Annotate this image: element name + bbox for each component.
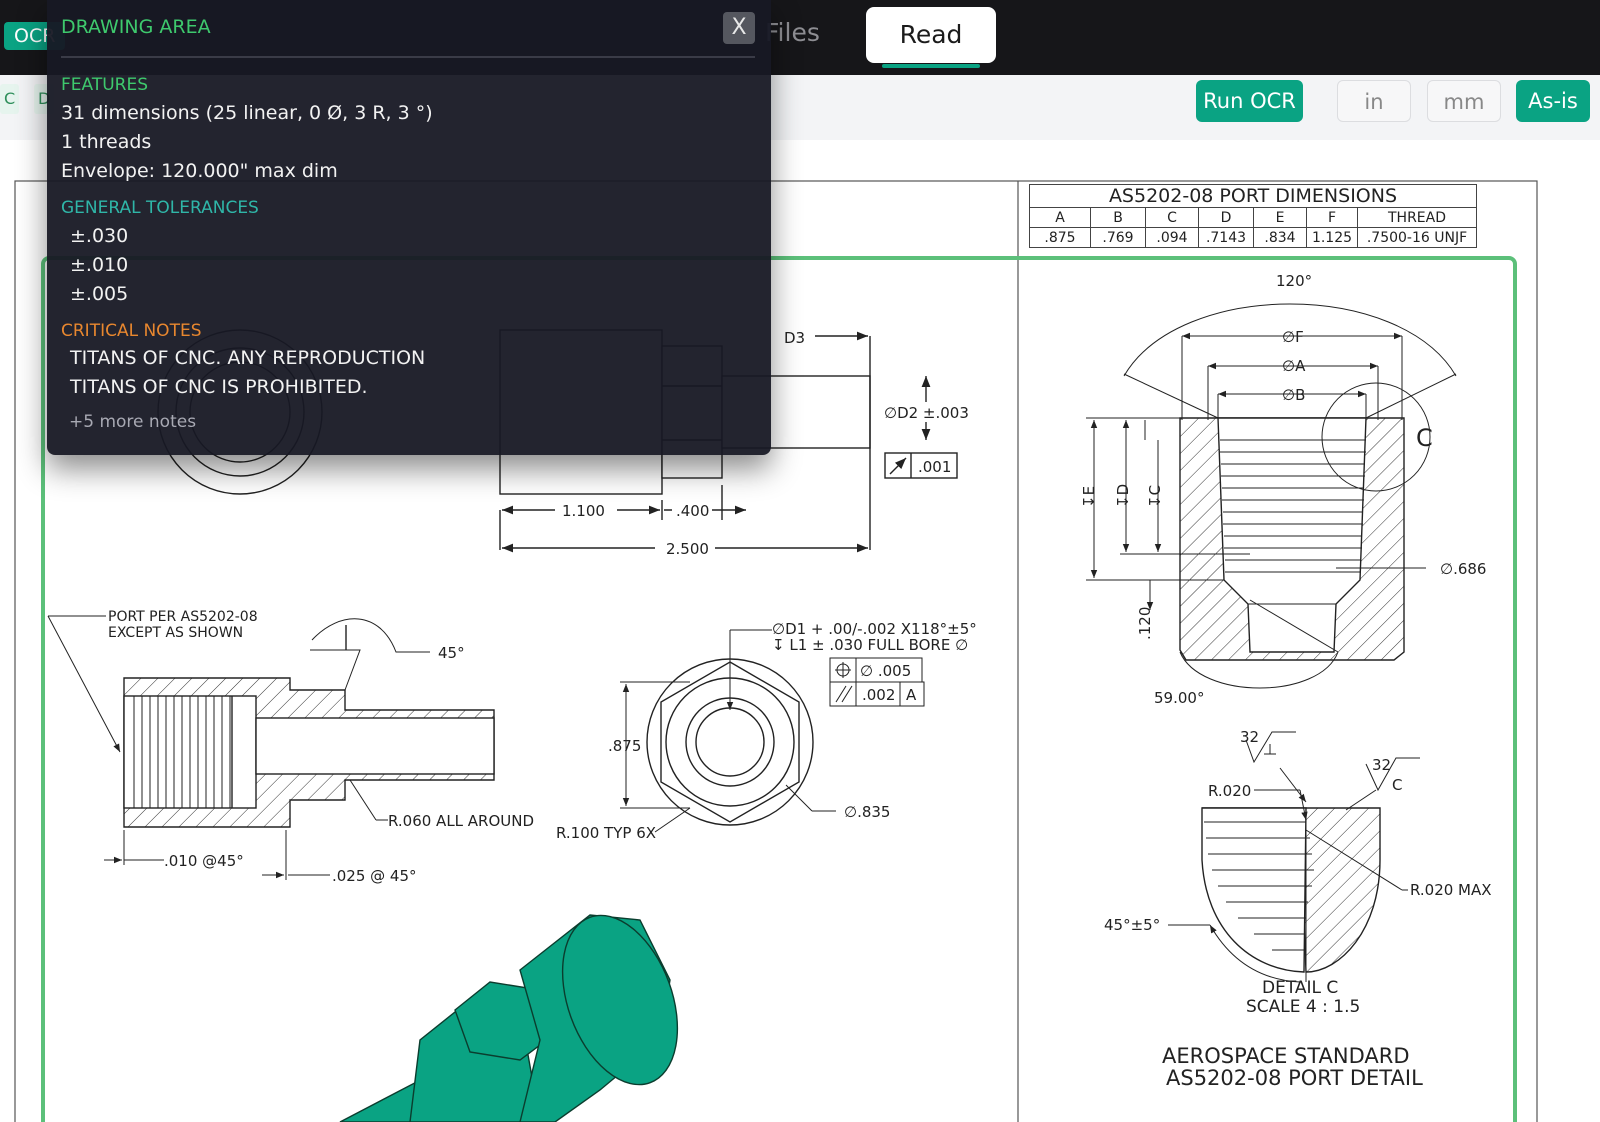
- chamfer-010: .010 @45°: [164, 852, 244, 870]
- dim-2500: 2.500: [666, 540, 709, 558]
- dim-1100: 1.100: [562, 502, 605, 520]
- end-view: [620, 629, 925, 833]
- table-cell: .7143: [1198, 227, 1254, 248]
- tolerance-item: ±.030: [70, 225, 129, 247]
- depth-c: ↧C: [1146, 485, 1164, 508]
- depth-d: ↧D: [1114, 484, 1132, 508]
- dia-835: ∅.835: [844, 803, 890, 821]
- detail-c-label: DETAIL C: [1262, 978, 1338, 998]
- dia-686: ∅.686: [1440, 560, 1486, 578]
- parallel-tolerance: .002: [862, 686, 895, 704]
- datum-a: A: [906, 686, 917, 704]
- features-heading: FEATURES: [61, 75, 149, 95]
- tab-read[interactable]: Read: [866, 7, 996, 63]
- active-tab-indicator: [882, 64, 980, 68]
- drawing-area-panel: DRAWING AREA X FEATURES 31 dimensions (2…: [47, 0, 771, 455]
- radius-r100: R.100 TYP 6X: [556, 824, 656, 842]
- table-header: B: [1090, 207, 1146, 228]
- tolerances-heading: GENERAL TOLERANCES: [61, 198, 259, 218]
- table-header: F: [1306, 207, 1358, 228]
- dim-d2: ∅D2 ±.003: [884, 404, 969, 422]
- bore-callout-2: ↧ L1 ± .030 FULL BORE ∅: [772, 636, 968, 654]
- surface-finish-2-symbol: C: [1392, 776, 1402, 794]
- chamfer-025: .025 @ 45°: [332, 867, 417, 885]
- radius-r020-max: R.020 MAX: [1410, 881, 1492, 899]
- table-cell: .094: [1145, 227, 1199, 248]
- dia-b: ∅B: [1282, 386, 1305, 404]
- radius-r020: R.020: [1208, 782, 1251, 800]
- surface-finish-1: 32: [1240, 728, 1259, 746]
- angle-59: 59.00°: [1154, 689, 1204, 707]
- angle-45: 45°: [438, 644, 465, 662]
- panel-title: DRAWING AREA: [61, 16, 211, 38]
- dia-f: ∅F: [1282, 328, 1304, 346]
- position-tolerance: ∅ .005: [860, 662, 911, 680]
- toolbar-chip-c[interactable]: C: [0, 84, 20, 114]
- note-item: TITANS OF CNC IS PROHIBITED.: [70, 376, 368, 398]
- angle-120: 120°: [1276, 272, 1312, 290]
- more-notes-link[interactable]: +5 more notes: [69, 412, 196, 432]
- feature-item: 31 dimensions (25 linear, 0 Ø, 3 R, 3 °): [61, 102, 433, 124]
- table-cell: 1.125: [1306, 227, 1358, 248]
- standard-title-1: AEROSPACE STANDARD: [1162, 1044, 1410, 1068]
- table-cell: .875: [1029, 227, 1091, 248]
- table-header: D: [1198, 207, 1254, 228]
- depth-e: ↧E: [1080, 486, 1098, 508]
- radius-r060: R.060 ALL AROUND: [388, 812, 534, 830]
- standard-title-2: AS5202-08 PORT DETAIL: [1166, 1066, 1423, 1090]
- table-cell: .769: [1090, 227, 1146, 248]
- port-dimensions-table: AS5202-08 PORT DIMENSIONS A B C D E F TH…: [1029, 184, 1477, 248]
- dim-120: .120: [1136, 607, 1154, 640]
- port-note-2: EXCEPT AS SHOWN: [108, 625, 243, 641]
- runout-value: .001: [918, 458, 951, 476]
- port-table-title: AS5202-08 PORT DIMENSIONS: [1029, 184, 1477, 208]
- port-note-1: PORT PER AS5202-08: [108, 609, 258, 625]
- table-cell: .7500-16 UNJF: [1357, 227, 1477, 248]
- table-cell: .834: [1253, 227, 1307, 248]
- tab-files[interactable]: Files: [765, 18, 820, 47]
- feature-item: 1 threads: [61, 131, 152, 153]
- tolerance-item: ±.005: [70, 283, 129, 305]
- panel-divider: [61, 56, 755, 58]
- detail-c-scale: SCALE 4 : 1.5: [1246, 997, 1360, 1017]
- note-item: TITANS OF CNC. ANY REPRODUCTION: [70, 347, 426, 369]
- close-button[interactable]: X: [723, 12, 755, 44]
- table-header: E: [1253, 207, 1307, 228]
- dia-a: ∅A: [1282, 357, 1306, 375]
- detail-c-callout: C: [1416, 424, 1433, 452]
- isometric-part-view: [339, 914, 679, 1122]
- dim-d3: D3: [784, 329, 805, 347]
- notes-heading: CRITICAL NOTES: [61, 321, 202, 341]
- table-header: A: [1029, 207, 1091, 228]
- unit-asis-button[interactable]: As-is: [1516, 80, 1590, 122]
- table-header: THREAD: [1357, 207, 1477, 228]
- unit-in-button[interactable]: in: [1337, 80, 1411, 122]
- table-header: C: [1145, 207, 1199, 228]
- feature-item: Envelope: 120.000" max dim: [61, 160, 338, 182]
- dim-875: .875: [608, 737, 641, 755]
- surface-finish-2: 32: [1372, 756, 1391, 774]
- detail-c-angle: 45°±5°: [1104, 916, 1160, 934]
- unit-mm-button[interactable]: mm: [1427, 80, 1501, 122]
- dim-400: .400: [676, 502, 709, 520]
- tolerance-item: ±.010: [70, 254, 129, 276]
- run-ocr-button[interactable]: Run OCR: [1196, 80, 1303, 122]
